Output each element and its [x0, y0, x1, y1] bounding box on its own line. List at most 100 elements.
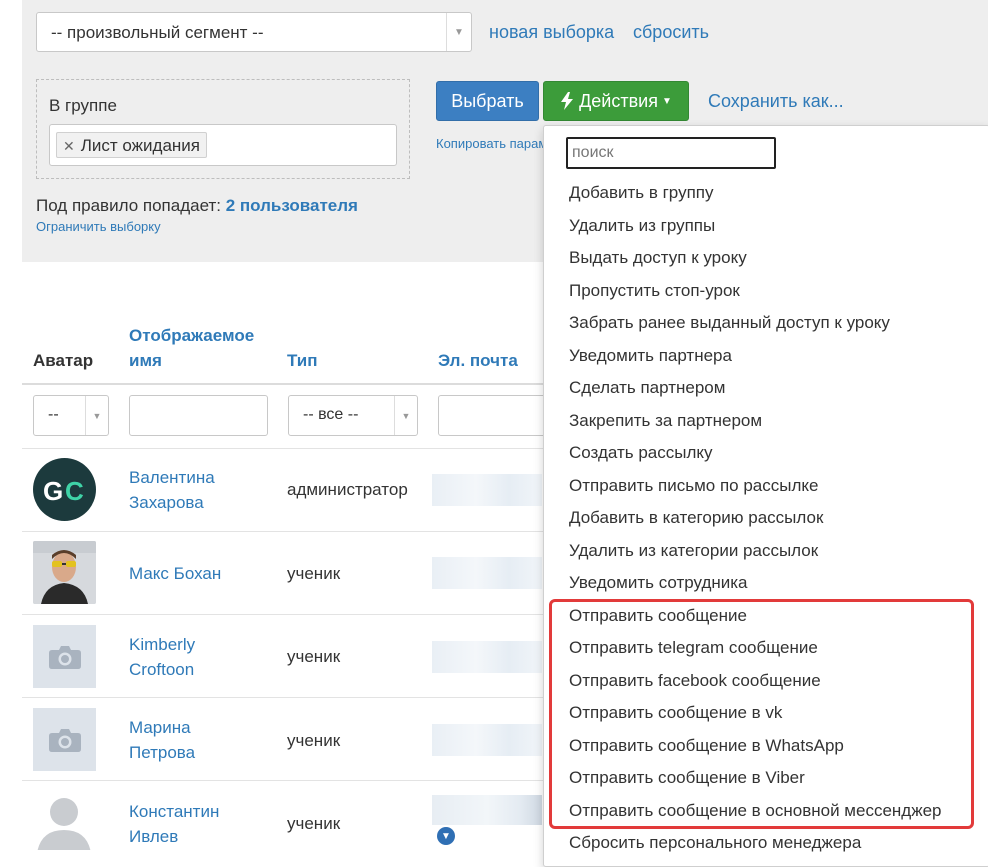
column-header-avatar: Аватар — [33, 351, 94, 370]
menu-item-send-message[interactable]: Отправить сообщение — [544, 600, 988, 633]
row-divider — [22, 614, 552, 615]
menu-item-assign-to-partner[interactable]: Закрепить за партнером — [544, 405, 988, 438]
user-name-line1[interactable]: Марина — [129, 718, 191, 737]
menu-item-reset-personal-manager[interactable]: Сбросить персонального менеджера — [544, 827, 988, 860]
rule-box: В группе ✕ Лист ожидания — [36, 79, 410, 179]
user-name-line2[interactable]: Захарова — [129, 493, 204, 512]
group-tag-field[interactable]: ✕ Лист ожидания — [49, 124, 397, 166]
user-name-line1[interactable]: Валентина — [129, 468, 215, 487]
email-blurred — [432, 795, 542, 825]
new-selection-link[interactable]: новая выборка — [489, 22, 614, 43]
svg-text:G: G — [43, 476, 63, 505]
user-name-line1[interactable]: Константин — [129, 802, 219, 821]
avatar-filter-value: -- — [48, 406, 59, 423]
menu-item-notify-partner[interactable]: Уведомить партнера — [544, 340, 988, 373]
column-header-display-name-line1: Отображаемое — [129, 326, 255, 345]
avatar[interactable] — [33, 790, 96, 850]
menu-item-add-to-mailing-category[interactable]: Добавить в категорию рассылок — [544, 502, 988, 535]
menu-item-send-vk[interactable]: Отправить сообщение в vk — [544, 697, 988, 730]
rule-label: В группе — [49, 96, 117, 115]
menu-item-remove-from-mailing-category[interactable]: Удалить из категории рассылок — [544, 535, 988, 568]
user-type: ученик — [287, 731, 341, 750]
user-name-line2[interactable]: Ивлев — [129, 827, 178, 846]
actions-dropdown-menu: Добавить в группу Удалить из группы Выда… — [543, 125, 988, 867]
menu-item-revoke-lesson-access[interactable]: Забрать ранее выданный доступ к уроку — [544, 307, 988, 340]
header-divider — [22, 383, 552, 385]
menu-item-add-to-group[interactable]: Добавить в группу — [544, 177, 988, 210]
user-name-line1[interactable]: Макс Бохан — [129, 564, 221, 583]
row-divider — [22, 780, 552, 781]
menu-item-send-telegram[interactable]: Отправить telegram сообщение — [544, 632, 988, 665]
menu-item-notify-employee[interactable]: Уведомить сотрудника — [544, 567, 988, 600]
chevron-down-icon: ▼ — [85, 396, 108, 435]
actions-button-label: Действия — [579, 90, 658, 111]
user-name-line1[interactable]: Kimberly — [129, 635, 195, 654]
user-name-link[interactable]: Константин Ивлев — [129, 799, 219, 849]
menu-item-make-partner[interactable]: Сделать партнером — [544, 372, 988, 405]
chevron-down-icon: ▼ — [394, 396, 417, 435]
user-type: ученик — [287, 814, 341, 833]
avatar-filter-select[interactable]: -- ▼ — [33, 395, 109, 436]
actions-search-input[interactable] — [566, 137, 776, 169]
actions-menu-list: Добавить в группу Удалить из группы Выда… — [544, 177, 988, 860]
avatar[interactable] — [33, 541, 96, 604]
column-header-display-name-line2: имя — [129, 351, 162, 370]
menu-item-send-whatsapp[interactable]: Отправить сообщение в WhatsApp — [544, 730, 988, 763]
rule-count-prefix: Под правило попадает: — [36, 196, 221, 215]
chevron-down-icon[interactable]: ▼ — [437, 827, 455, 845]
remove-tag-icon[interactable]: ✕ — [63, 138, 75, 154]
row-divider — [22, 697, 552, 698]
column-header-display-name[interactable]: Отображаемое имя — [129, 323, 254, 373]
menu-item-create-mailing[interactable]: Создать рассылку — [544, 437, 988, 470]
menu-item-send-viber[interactable]: Отправить сообщение в Viber — [544, 762, 988, 795]
email-blurred — [432, 557, 542, 589]
menu-item-send-main-messenger[interactable]: Отправить сообщение в основной мессендже… — [544, 795, 988, 828]
user-name-line2[interactable]: Петрова — [129, 743, 195, 762]
user-photo-icon — [33, 541, 96, 604]
user-name-line2[interactable]: Croftoon — [129, 660, 194, 679]
menu-item-send-mailing-letter[interactable]: Отправить письмо по рассылке — [544, 470, 988, 503]
type-filter-value: -- все -- — [303, 406, 359, 423]
user-name-link[interactable]: Валентина Захарова — [129, 465, 215, 515]
copy-params-link[interactable]: Копировать параметры — [436, 136, 544, 151]
email-blurred — [432, 641, 542, 673]
gc-logo-icon: G C — [43, 476, 84, 505]
user-type: администратор — [287, 480, 408, 499]
menu-item-grant-lesson-access[interactable]: Выдать доступ к уроку — [544, 242, 988, 275]
group-tag-label: Лист ожидания — [80, 136, 200, 155]
svg-text:C: C — [65, 476, 84, 505]
avatar[interactable] — [33, 625, 96, 688]
caret-down-icon: ▼ — [661, 95, 672, 107]
select-button[interactable]: Выбрать — [436, 81, 539, 121]
chevron-down-icon: ▼ — [446, 13, 471, 51]
camera-icon — [48, 645, 81, 669]
rule-count: Под правило попадает: 2 пользователя — [36, 196, 358, 216]
rule-count-value[interactable]: 2 пользователя — [226, 196, 358, 215]
menu-item-send-facebook[interactable]: Отправить facebook сообщение — [544, 665, 988, 698]
type-filter-select[interactable]: -- все -- ▼ — [288, 395, 418, 436]
select-button-label: Выбрать — [451, 90, 524, 111]
segment-select-value: -- произвольный сегмент -- — [51, 23, 264, 42]
user-name-link[interactable]: Макс Бохан — [129, 561, 221, 586]
column-header-email[interactable]: Эл. почта — [438, 348, 518, 373]
user-silhouette-icon — [37, 798, 91, 850]
actions-button[interactable]: Действия ▼ — [543, 81, 689, 121]
limit-selection-link[interactable]: Ограничить выборку — [36, 219, 161, 234]
camera-icon — [48, 728, 81, 752]
avatar[interactable] — [33, 708, 96, 771]
display-name-filter-input[interactable] — [129, 395, 268, 436]
lightning-icon — [561, 92, 574, 110]
menu-item-remove-from-group[interactable]: Удалить из группы — [544, 210, 988, 243]
avatar[interactable]: G C — [33, 458, 96, 521]
column-header-type[interactable]: Тип — [287, 348, 317, 373]
user-type: ученик — [287, 564, 341, 583]
user-name-link[interactable]: Kimberly Croftoon — [129, 632, 195, 682]
reset-link[interactable]: сбросить — [633, 22, 709, 43]
email-blurred — [432, 724, 542, 756]
segment-select[interactable]: -- произвольный сегмент -- ▼ — [36, 12, 472, 52]
user-name-link[interactable]: Марина Петрова — [129, 715, 195, 765]
menu-item-skip-stop-lesson[interactable]: Пропустить стоп-урок — [544, 275, 988, 308]
save-as-link[interactable]: Сохранить как... — [708, 91, 844, 112]
email-filter-input[interactable] — [438, 395, 548, 436]
email-blurred — [432, 474, 542, 506]
